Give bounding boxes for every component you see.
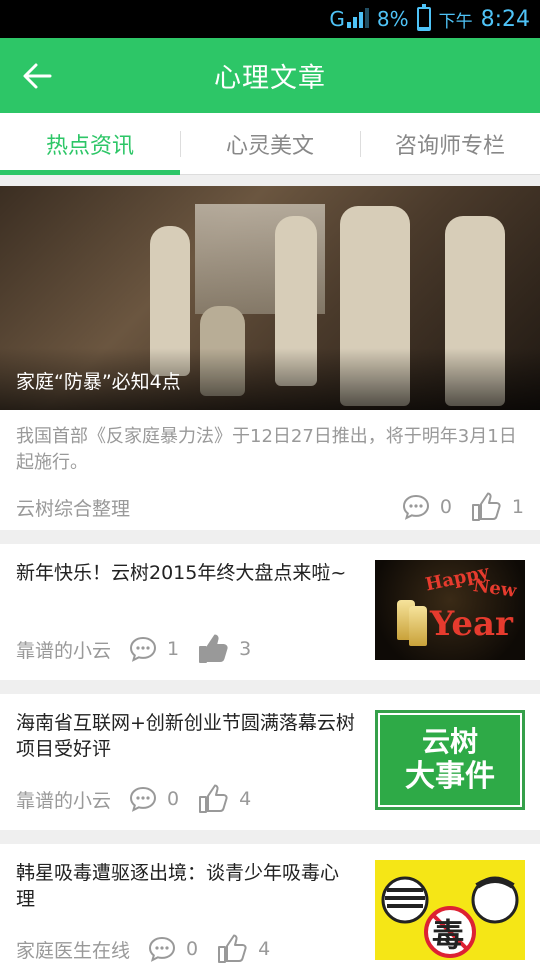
article-thumbnail: Happy New Year: [375, 560, 525, 660]
thumbnail-text: 云树: [421, 725, 478, 758]
comment-icon: [402, 494, 429, 520]
battery-percent: 8%: [376, 7, 409, 31]
article-author: 云树综合整理: [16, 497, 131, 520]
article-feed: 家庭“防暴”必知4点 我国首部《反家庭暴力法》于12日27日推出，将于明年3月1…: [0, 186, 540, 980]
like-count-value: 4: [239, 788, 252, 810]
like-count-value: 4: [258, 938, 271, 960]
comment-count-value: 0: [167, 788, 180, 810]
thumbnail-text: Year: [430, 604, 513, 644]
article-author: 靠谱的小云: [16, 639, 112, 662]
comment-count[interactable]: 1: [129, 636, 179, 662]
comment-count[interactable]: 0: [402, 494, 452, 520]
article-author: 靠谱的小云: [16, 789, 112, 812]
featured-article-card[interactable]: 家庭“防暴”必知4点 我国首部《反家庭暴力法》于12日27日推出，将于明年3月1…: [0, 186, 540, 530]
comment-count[interactable]: 0: [148, 936, 198, 962]
comment-icon: [149, 936, 176, 962]
signal-bars-icon: [346, 8, 369, 30]
article-thumbnail: 毒: [375, 860, 525, 960]
arrow-left-icon: [23, 63, 52, 89]
article-author: 家庭医生在线: [16, 939, 131, 962]
article-card[interactable]: 海南省互联网+创新创业节圆满落幕云树项目受好评 靠谱的小云 0 4 云树 大事件: [0, 694, 540, 830]
article-meta: 靠谱的小云 1 3: [16, 634, 251, 664]
tab-label: 咨询师专栏: [394, 133, 505, 159]
tab-hot-news[interactable]: 热点资讯: [0, 113, 180, 175]
back-button[interactable]: [18, 56, 58, 96]
battery-icon: [416, 4, 431, 31]
article-headline: 韩星吸毒遭驱逐出境：谈青少年吸毒心理: [16, 862, 340, 910]
category-tabs: 热点资讯 心灵美文 咨询师专栏: [0, 113, 540, 175]
thumbnail-text: New: [471, 575, 518, 602]
featured-caption: 家庭“防暴”必知4点: [16, 371, 181, 393]
comment-count-value: 1: [167, 638, 180, 660]
thumbs-up-icon: [471, 492, 501, 521]
thumbs-up-filled-icon: [199, 634, 228, 663]
like-count[interactable]: 1: [470, 492, 524, 522]
like-count[interactable]: 3: [197, 634, 251, 664]
signal-indicator: G: [329, 7, 369, 31]
page-title: 心理文章: [214, 63, 326, 94]
thumbnail-text: 大事件: [405, 759, 495, 794]
like-count[interactable]: 4: [197, 784, 251, 814]
like-count-value: 3: [239, 638, 252, 660]
comment-count-value: 0: [439, 496, 452, 518]
tab-counselor-column[interactable]: 咨询师专栏: [360, 113, 540, 174]
tab-label: 热点资讯: [45, 133, 134, 159]
featured-image: 家庭“防暴”必知4点: [0, 186, 540, 410]
article-headline: 海南省互联网+创新创业节圆满落幕云树项目受好评: [16, 712, 355, 760]
article-card[interactable]: 新年快乐！云树2015年终大盘点来啦~ 靠谱的小云 1 3 Happy New …: [0, 544, 540, 680]
tab-label: 心灵美文: [225, 133, 314, 159]
comment-count-value: 0: [186, 938, 199, 960]
article-meta: 靠谱的小云 0 4: [16, 784, 251, 814]
featured-summary: 我国首部《反家庭暴力法》于12日27日推出，将于明年3月1日起施行。: [16, 426, 517, 473]
thumbnail-text: 毒: [432, 916, 465, 954]
featured-meta: 云树综合整理 0 1: [16, 492, 524, 522]
tab-essays[interactable]: 心灵美文: [180, 113, 360, 174]
clock: 8:24: [480, 6, 530, 32]
comment-icon: [130, 636, 157, 662]
article-headline: 新年快乐！云树2015年终大盘点来啦~: [16, 562, 347, 584]
comment-count[interactable]: 0: [129, 786, 179, 812]
like-count-value: 1: [511, 496, 524, 518]
thumbs-up-icon: [199, 784, 228, 813]
comment-icon: [130, 786, 157, 812]
status-bar: G 8% 下午 8:24: [0, 0, 540, 38]
time-period: 下午: [438, 11, 473, 32]
article-thumbnail: 云树 大事件: [375, 710, 525, 810]
network-type: G: [329, 7, 345, 31]
app-bar: 心理文章: [0, 38, 540, 113]
